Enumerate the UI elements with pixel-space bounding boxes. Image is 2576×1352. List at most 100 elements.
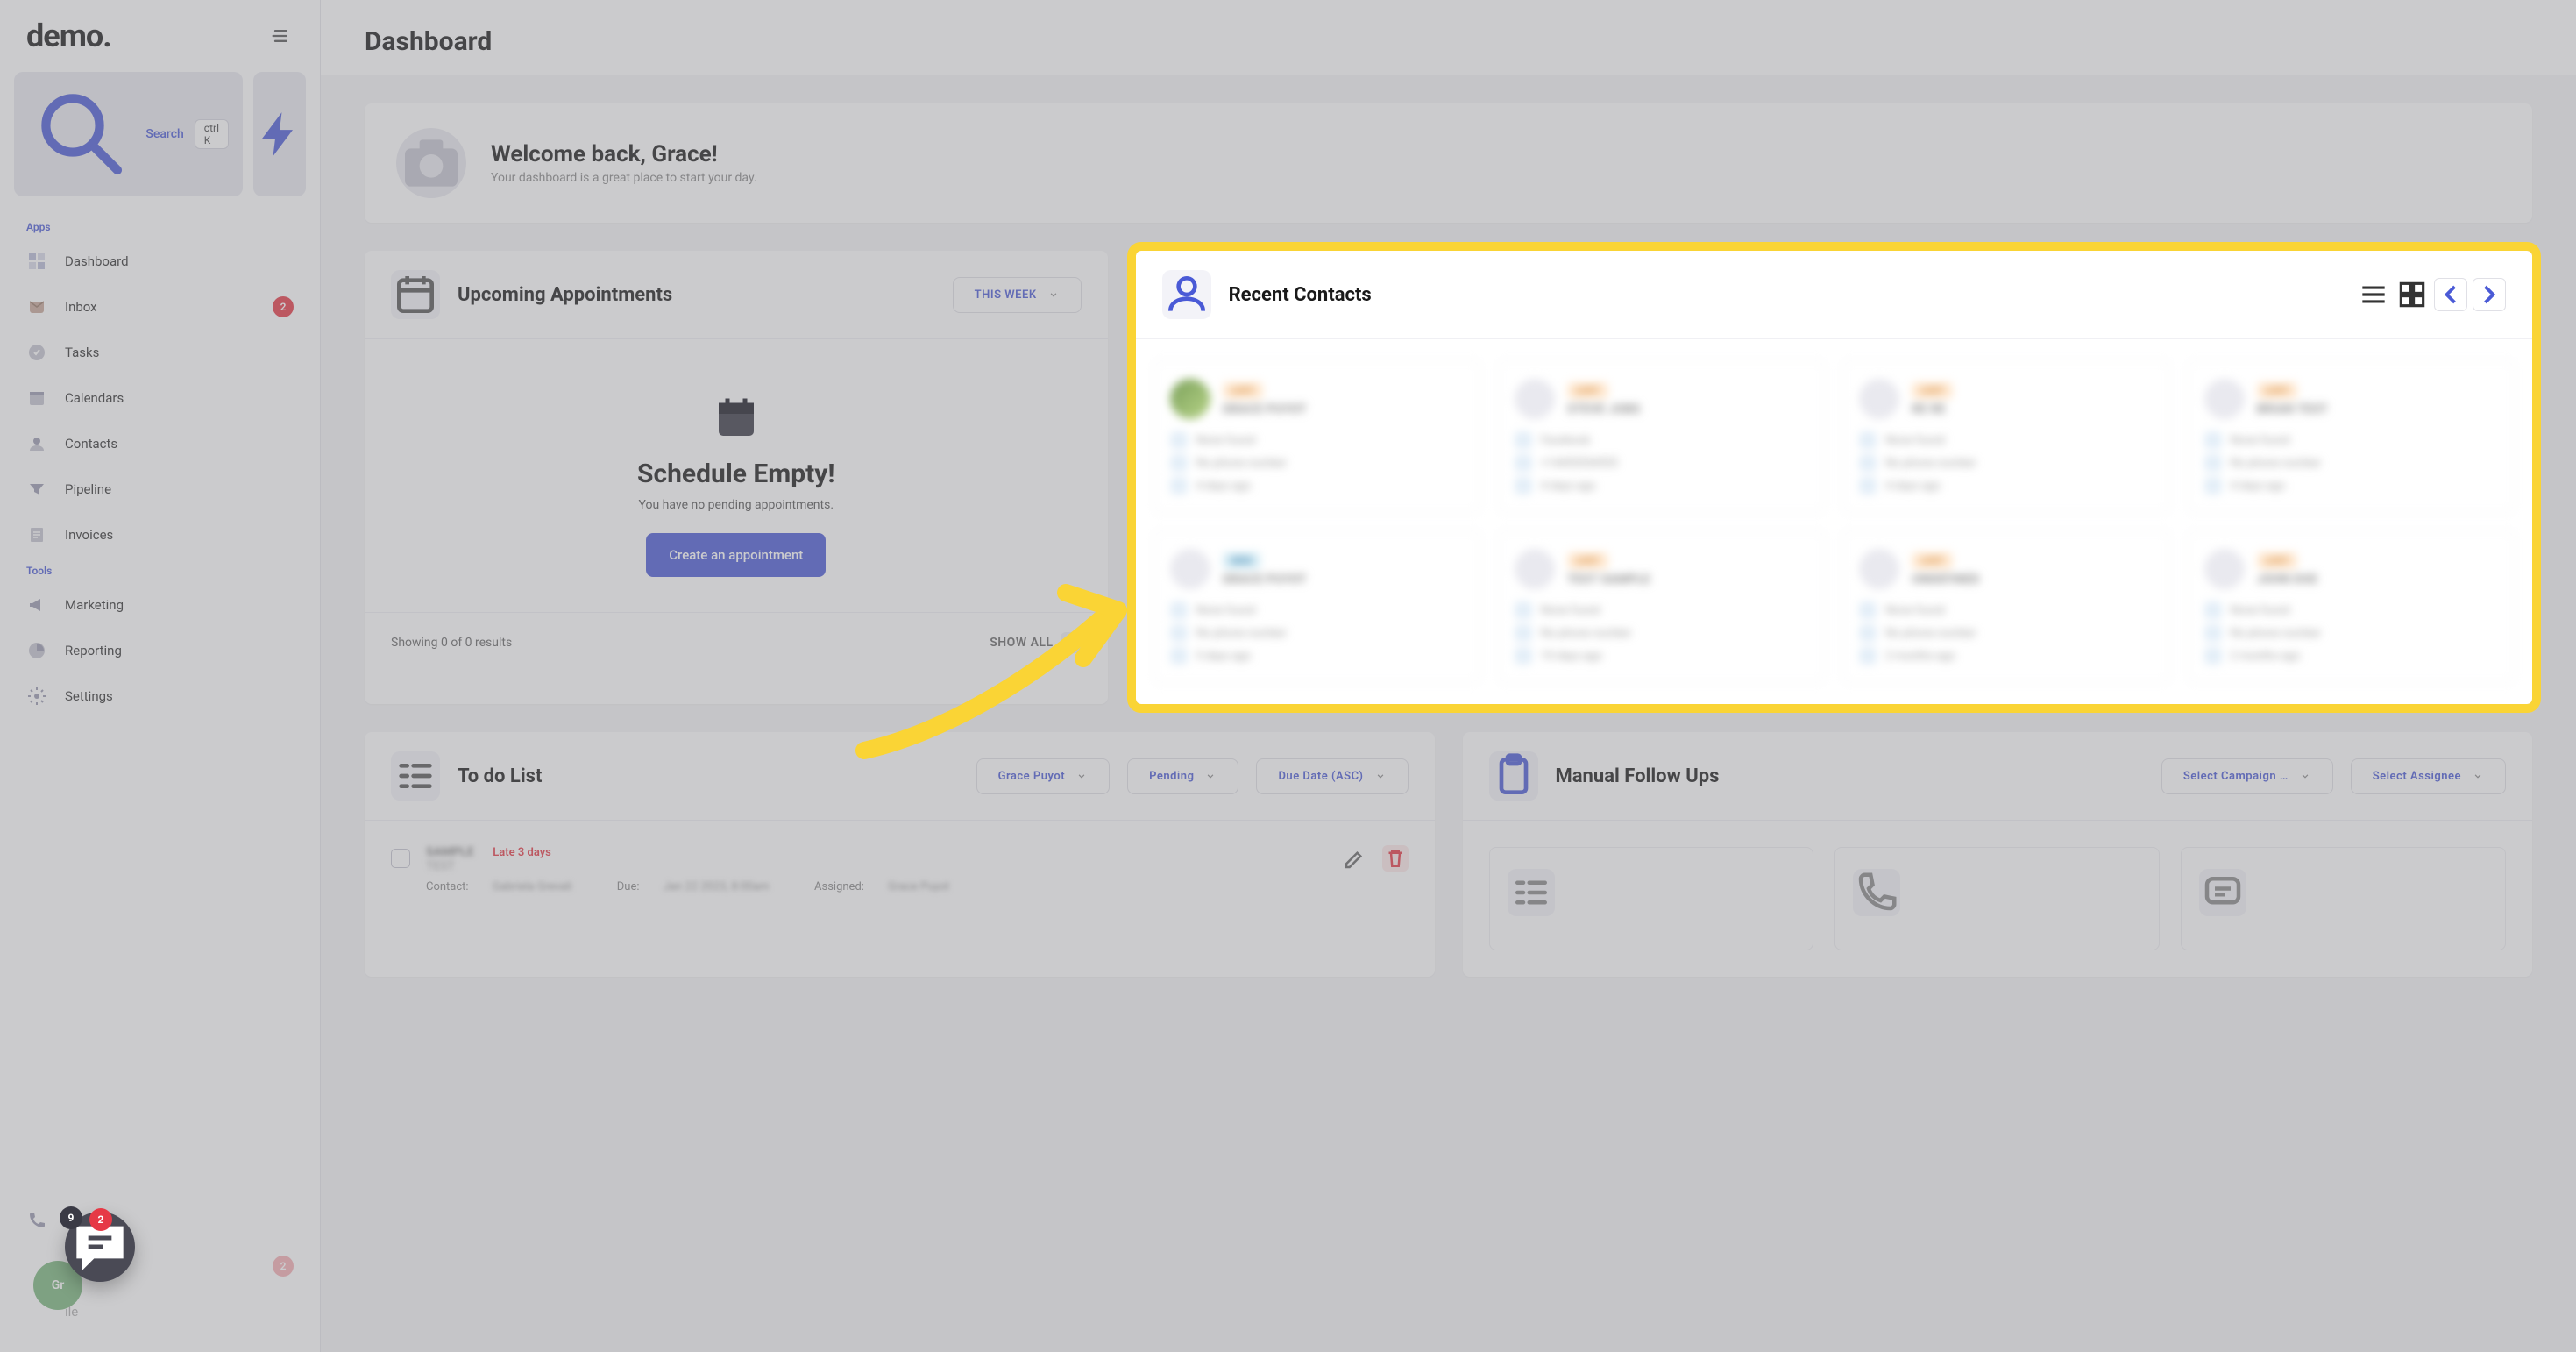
sidebar-item-calendars[interactable]: Calendars [0, 375, 320, 421]
clipboard-icon [1489, 751, 1538, 801]
contact-age: 2 months ago [2231, 650, 2301, 663]
appointments-empty-sub: You have no pending appointments. [391, 498, 1082, 512]
chat-badge: 9 [60, 1206, 82, 1229]
contact-name: BRIAN TEST [2257, 402, 2328, 416]
next-page-button[interactable] [2473, 278, 2506, 311]
contact-card[interactable]: LOST STEVE JOBS Facebook +14455554555 4 … [1498, 360, 1825, 513]
checklist-icon [391, 751, 440, 801]
followups-campaign-filter[interactable]: Select Campaign … [2161, 758, 2333, 794]
sidebar-item-phone[interactable]: Phone [0, 1198, 320, 1243]
calendar-panel-icon [391, 270, 440, 319]
chevron-down-icon [1204, 770, 1217, 782]
source-icon [1170, 431, 1188, 449]
phone-icon [1170, 454, 1188, 472]
contact-card[interactable]: NEW GRACE PUYOT None found No phone numb… [1153, 530, 1480, 683]
contact-phone: No phone number [2231, 457, 2321, 470]
sidebar-section-tools: Tools [0, 558, 320, 582]
todo-sort-filter[interactable]: Due Date (ASC) [1256, 758, 1408, 794]
avatar-placeholder[interactable] [396, 128, 466, 198]
clock-icon [1859, 647, 1877, 665]
sidebar-item-tasks[interactable]: Tasks [0, 330, 320, 375]
sidebar-item-invoices[interactable]: Invoices [0, 512, 320, 558]
reporting-icon [26, 640, 47, 661]
contact-avatar [2204, 379, 2245, 419]
edit-task-button[interactable] [1342, 845, 1368, 872]
menu-collapse-icon [269, 24, 294, 48]
contact-avatar [1515, 549, 1555, 589]
task-title: SAMPLE [426, 845, 474, 859]
followup-card[interactable] [1489, 847, 1814, 950]
sidebar-item-marketing[interactable]: Marketing [0, 582, 320, 628]
contact-card[interactable]: LOST JOHN DOE None found No phone number… [2188, 530, 2515, 683]
todo-status-filter[interactable]: Pending [1127, 758, 1238, 794]
todo-title: To do List [458, 765, 959, 787]
sidebar-item-settings[interactable]: Settings [0, 673, 320, 719]
sidebar-item-contacts[interactable]: Contacts [0, 421, 320, 466]
chevron-right-icon [2473, 279, 2505, 310]
contacts-panel-icon [1162, 270, 1211, 319]
chevron-down-icon [1075, 770, 1088, 782]
contact-name: GRACE PUYOT [1223, 402, 1307, 416]
task-row[interactable]: SAMPLE Late 3 days TEST Contact: Gabriel… [391, 829, 1409, 909]
todo-user-filter[interactable]: Grace Puyot [976, 758, 1111, 794]
sidebar-item-pipeline[interactable]: Pipeline [0, 466, 320, 512]
create-appointment-button[interactable]: Create an appointment [646, 533, 826, 577]
sidebar-item-label: Calendars [65, 390, 294, 406]
quick-action-button[interactable] [253, 72, 306, 196]
appointments-title: Upcoming Appointments [458, 284, 935, 306]
source-icon [2204, 601, 2222, 619]
todo-panel: To do List Grace Puyot Pending Due Date … [365, 732, 1435, 977]
followup-card[interactable] [1834, 847, 2160, 950]
contact-tag: LOST [1223, 382, 1264, 399]
delete-task-button[interactable] [1382, 845, 1409, 872]
contact-tag: LOST [2257, 382, 2298, 399]
clock-icon [1170, 477, 1188, 495]
dashboard-icon [26, 251, 47, 272]
contact-card[interactable]: LOST BRIAN TEST None found No phone numb… [2188, 360, 2515, 513]
followups-assignee-filter[interactable]: Select Assignee [2351, 758, 2506, 794]
sidebar-item-dashboard[interactable]: Dashboard [0, 238, 320, 284]
recent-contacts-panel: Recent Contacts LOST GRACE PUYOT [1136, 251, 2532, 704]
sidebar-section-apps: Apps [0, 214, 320, 238]
contact-name: RE RE [1912, 402, 1953, 416]
sidebar-item-reporting[interactable]: Reporting [0, 628, 320, 673]
contacts-icon [26, 433, 47, 454]
clock-icon [2204, 647, 2222, 665]
inbox-icon [26, 296, 47, 317]
grid-view-button[interactable] [2395, 278, 2429, 311]
contact-source: None found [1541, 604, 1600, 617]
contact-avatar [2204, 549, 2245, 589]
contact-source: Facebook [1541, 434, 1590, 447]
contact-name: UNDEFINED [1912, 573, 1979, 587]
phone-icon [2204, 624, 2222, 642]
list-icon [2357, 278, 2390, 311]
appointments-filter-button[interactable]: THIS WEEK [953, 277, 1082, 313]
sidebar-collapse-button[interactable] [269, 24, 294, 48]
phone-icon [2204, 454, 2222, 472]
chat-fab[interactable]: 9 2 [65, 1212, 135, 1282]
followup-card[interactable] [2181, 847, 2506, 950]
contact-source: None found [1885, 434, 1945, 447]
contact-card[interactable]: LOST RE RE None found No phone number 4 … [1842, 360, 2169, 513]
message-icon [2199, 869, 2246, 916]
lightning-icon [253, 72, 306, 196]
appointments-show-all-button[interactable]: SHOW ALL [990, 632, 1081, 653]
source-icon [2204, 431, 2222, 449]
contact-card[interactable]: LOST GRACE PUYOT None found No phone num… [1153, 360, 1480, 513]
sidebar-item-inbox[interactable]: Inbox 2 [0, 284, 320, 330]
task-late-badge: Late 3 days [493, 846, 551, 859]
search-button[interactable]: Search ctrl K [14, 72, 243, 196]
welcome-title: Welcome back, Grace! [491, 141, 757, 167]
contact-card[interactable]: LOST UNDEFINED None found No phone numbe… [1842, 530, 2169, 683]
phone-icon [1515, 624, 1532, 642]
list-view-button[interactable] [2357, 278, 2390, 311]
inbox-badge: 2 [273, 296, 294, 317]
contact-card[interactable]: LOST TEST SAMPLE None found No phone num… [1498, 530, 1825, 683]
contact-phone: No phone number [2231, 627, 2321, 640]
contact-name: GRACE PUYOT [1223, 573, 1307, 587]
prev-page-button[interactable] [2434, 278, 2467, 311]
search-label: Search [145, 127, 183, 141]
todo-panel-icon [391, 751, 440, 801]
search-kbd: ctrl K [195, 119, 229, 149]
task-checkbox[interactable] [391, 849, 410, 868]
